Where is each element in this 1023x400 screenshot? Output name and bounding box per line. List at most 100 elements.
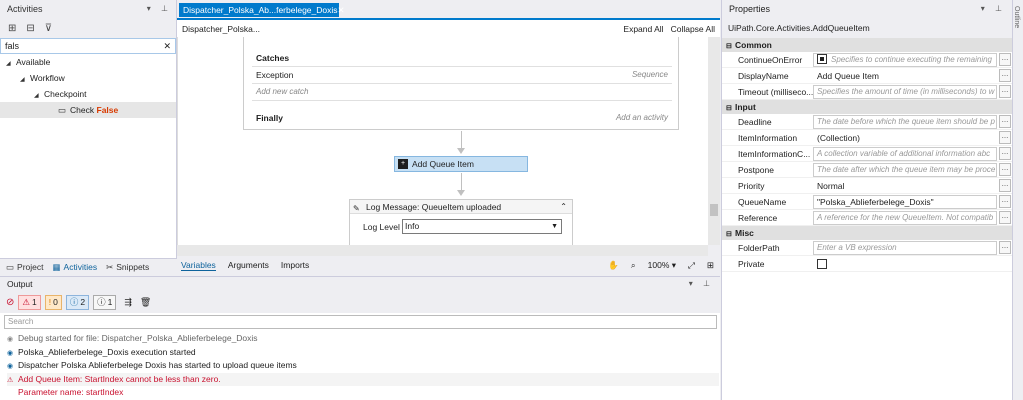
continue-on-error-checkbox[interactable] xyxy=(817,54,827,65)
designer-tab-imports[interactable]: Imports xyxy=(281,260,309,271)
panel-pin-icon[interactable]: ▾ ⊥ xyxy=(689,277,714,291)
pan-hand-icon[interactable]: ✋ xyxy=(608,260,619,271)
log-level-select[interactable]: Info ▼ xyxy=(402,219,562,234)
expression-editor-button[interactable]: … xyxy=(999,53,1011,66)
expand-all-button[interactable]: Expand All xyxy=(623,24,663,34)
designer-tab-arguments[interactable]: Arguments xyxy=(228,260,269,271)
expression-editor-button[interactable]: … xyxy=(999,147,1011,160)
toggle-timestamps-icon[interactable]: ⇶ xyxy=(124,297,132,308)
clear-search-icon[interactable]: ✕ xyxy=(163,41,171,52)
collapse-icon[interactable]: ⌃ xyxy=(560,200,567,214)
expression-editor-button[interactable]: … xyxy=(999,195,1011,208)
tree-item-check-false[interactable]: ▭ Check False xyxy=(0,102,176,118)
filter-icon[interactable]: ⊽ xyxy=(45,23,52,34)
expanded-triangle-icon[interactable]: ◢ xyxy=(34,88,44,104)
property-value-input[interactable]: The date before which the queue item sho… xyxy=(813,114,997,129)
collapse-all-icon[interactable]: ⊟ xyxy=(26,23,34,34)
collapse-toggle-icon[interactable]: ⊟ xyxy=(726,40,735,54)
zoom-level-select[interactable]: 100% ▾ xyxy=(648,260,676,271)
output-log-line[interactable]: ◉ Dispatcher Polska Ablieferbelege Doxis … xyxy=(7,359,719,372)
activities-panel-tabs: ▭ Project ▦ Activities ✂ Snippets xyxy=(0,258,177,275)
add-queue-item-activity[interactable]: + Add Queue Item xyxy=(394,156,528,172)
tree-item[interactable]: ◢ Workflow xyxy=(0,70,176,86)
output-search-input[interactable]: Search xyxy=(4,315,717,329)
divider xyxy=(252,85,672,101)
property-category-misc[interactable]: ⊟ Misc xyxy=(722,226,1012,240)
expression-editor-button[interactable]: … xyxy=(999,179,1011,192)
property-category-input[interactable]: ⊟ Input xyxy=(722,100,1012,114)
property-value-input[interactable]: (Collection) xyxy=(813,131,997,145)
output-log-line[interactable]: ⚠ Add Queue Item: StartIndex cannot be le… xyxy=(7,372,719,386)
errors-filter-button[interactable]: ⚠ 1 xyxy=(18,294,41,310)
trace-filter-button[interactable]: ⓘ 1 xyxy=(93,294,117,310)
expand-all-icon[interactable]: ⊞ xyxy=(8,23,16,34)
private-checkbox[interactable] xyxy=(817,259,827,270)
property-value-text: A reference for the new QueueItem. Not c… xyxy=(817,212,994,222)
output-log-line[interactable]: ◉ Debug started for file: Dispatcher_Pols… xyxy=(7,332,719,345)
property-value-input[interactable]: Enter a VB expression xyxy=(813,240,997,255)
tree-item[interactable]: ◢ Checkpoint xyxy=(0,86,176,102)
breadcrumb[interactable]: Dispatcher_Polska... xyxy=(182,24,260,34)
panel-tab-project[interactable]: ▭ Project xyxy=(6,262,44,273)
property-value-input[interactable]: Add Queue Item xyxy=(813,69,997,83)
connector-line xyxy=(461,173,462,190)
tree-item[interactable]: ◢ Available xyxy=(0,54,176,70)
expression-editor-button[interactable]: … xyxy=(999,211,1011,224)
overview-icon[interactable]: ⊞ xyxy=(707,260,714,271)
property-value[interactable] xyxy=(813,257,997,271)
property-value-input[interactable]: A collection variable of additional info… xyxy=(813,146,997,161)
zoom-icon[interactable]: ⌕ xyxy=(631,260,636,271)
canvas-vertical-scrollbar[interactable] xyxy=(708,37,720,245)
panel-tab-snippets[interactable]: ✂ Snippets xyxy=(106,262,149,273)
property-value-input[interactable]: A reference for the new QueueItem. Not c… xyxy=(813,210,997,225)
chevron-down-icon: ▼ xyxy=(551,223,558,230)
canvas-horizontal-scrollbar[interactable] xyxy=(177,245,708,256)
designer-canvas[interactable]: Catches Exception Sequence Add new catch… xyxy=(177,37,708,245)
output-log-line[interactable]: ◉ Polska_Ablieferbelege_Doxis execution s… xyxy=(7,346,719,359)
try-catch-activity[interactable]: Catches Exception Sequence Add new catch… xyxy=(243,37,679,130)
panel-tab-activities[interactable]: ▦ Activities xyxy=(53,262,98,273)
expression-editor-button[interactable]: … xyxy=(999,69,1011,82)
property-value-input[interactable]: Specifies the amount of time (in millise… xyxy=(813,84,997,99)
warnings-filter-button[interactable]: ! 0 xyxy=(44,294,62,310)
outline-side-tab[interactable]: Outline xyxy=(1012,0,1023,400)
fit-to-screen-icon[interactable]: ⤢ xyxy=(688,260,695,271)
collapse-toggle-icon[interactable]: ⊟ xyxy=(726,228,735,242)
expression-editor-button[interactable]: … xyxy=(999,131,1011,144)
expression-editor-button[interactable]: … xyxy=(999,115,1011,128)
expanded-triangle-icon[interactable]: ◢ xyxy=(20,72,30,88)
document-tab[interactable]: Dispatcher_Polska_Ab...ferbelege_Doxis ✕ xyxy=(179,3,345,17)
clear-output-icon[interactable]: ⊘ xyxy=(6,297,14,308)
warning-icon: ! xyxy=(48,297,52,307)
delete-icon[interactable]: 🗑 xyxy=(140,297,151,308)
expression-editor-button[interactable]: … xyxy=(999,85,1011,98)
collapse-toggle-icon[interactable]: ⊟ xyxy=(726,102,735,116)
property-value-input[interactable]: The date after which the queue item may … xyxy=(813,162,997,177)
property-value-input[interactable]: Normal xyxy=(813,179,997,193)
category-label: Misc xyxy=(735,228,754,238)
log-message-header[interactable]: ✎ Log Message: QueueItem uploaded ⌃ xyxy=(350,200,572,214)
expression-editor-button[interactable]: … xyxy=(999,163,1011,176)
panel-pin-icon[interactable]: ▾ ⊥ xyxy=(981,0,1006,18)
designer-tab-variables[interactable]: Variables xyxy=(181,260,216,271)
output-log-line[interactable]: Parameter name: startIndex xyxy=(7,386,719,399)
panel-pin-icon[interactable]: ▾ ⊥ xyxy=(147,0,172,18)
add-activity-placeholder[interactable]: Add an activity xyxy=(616,113,668,122)
property-value-input[interactable]: "Polska_Ablieferbelege_Doxis" xyxy=(813,194,997,209)
property-category-common[interactable]: ⊟ Common xyxy=(722,38,1012,52)
expanded-triangle-icon[interactable]: ◢ xyxy=(6,56,16,72)
info-filter-button[interactable]: ⓘ 2 xyxy=(65,294,90,310)
activities-title: Activities xyxy=(7,4,43,14)
close-tab-icon[interactable]: ✕ xyxy=(338,3,345,17)
collapse-all-button[interactable]: Collapse All xyxy=(671,24,715,34)
property-name: Priority xyxy=(738,180,765,191)
error-icon: ⚠ xyxy=(22,296,31,307)
expression-editor-button[interactable]: … xyxy=(999,241,1011,254)
log-message-activity[interactable]: ✎ Log Message: QueueItem uploaded ⌃ Log … xyxy=(349,199,573,245)
activities-search-input[interactable]: fals ✕ xyxy=(0,38,176,54)
property-name: Postpone xyxy=(738,164,774,175)
panel-tab-label: Project xyxy=(17,262,44,272)
scrollbar-thumb[interactable] xyxy=(710,204,718,216)
property-value-input[interactable]: Specifies to continue executing the rema… xyxy=(813,52,997,67)
add-queue-item-label: Add Queue Item xyxy=(412,159,474,169)
